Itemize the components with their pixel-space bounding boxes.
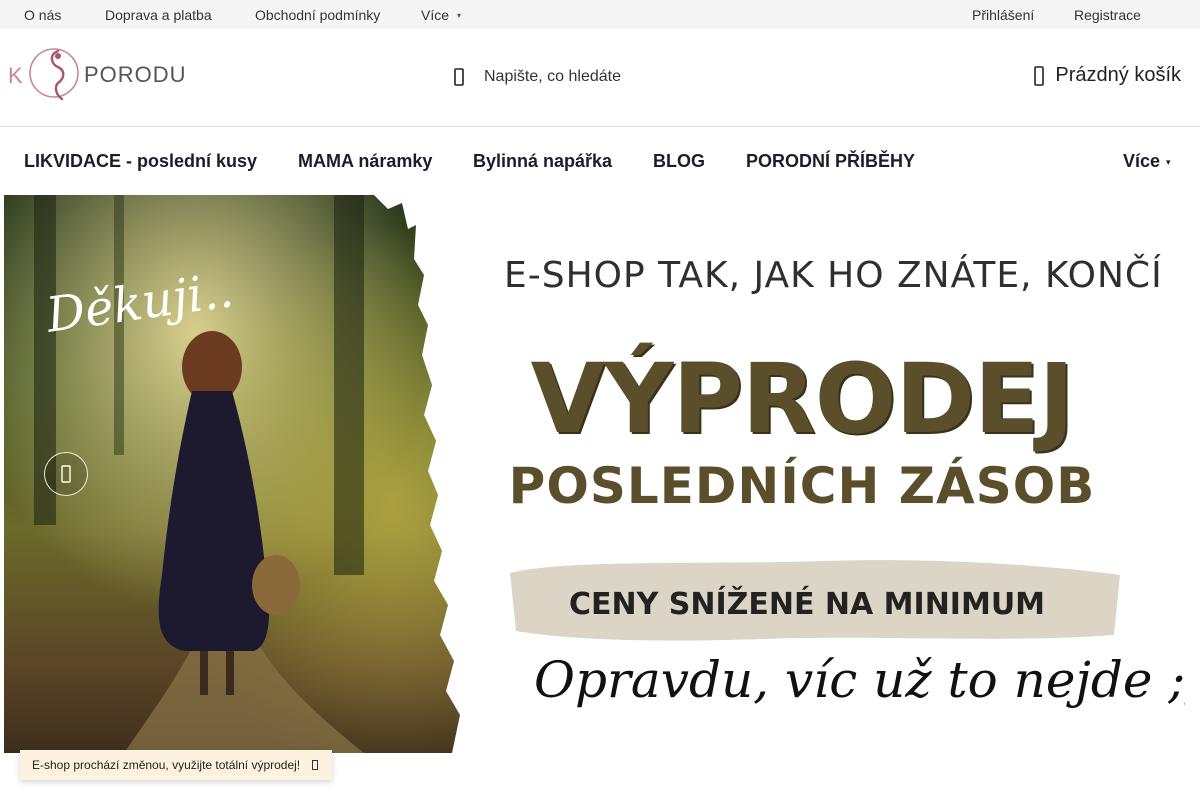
banner-eshop-headline: E-SHOP TAK, JAK HO ZNÁTE, KONČÍ xyxy=(504,255,1163,296)
logo-text: PORODU xyxy=(84,62,187,87)
hero-banner[interactable]: Děkuji.. E-SHOP TAK, JAK HO ZNÁTE, KONČÍ… xyxy=(4,195,1185,753)
top-utility-bar: O nás Doprava a platba Obchodní podmínky… xyxy=(0,0,1200,29)
banner-vyprodej: VÝPRODEJ xyxy=(530,343,1075,455)
topbar-link-obchodni-podminky[interactable]: Obchodní podmínky xyxy=(255,7,380,23)
register-link[interactable]: Registrace xyxy=(1074,7,1141,23)
chevron-down-icon: ▾ xyxy=(457,11,462,21)
banner-opravdu: Opravdu, víc už to nejde ;) xyxy=(534,651,1185,709)
topbar-link-o-nas[interactable]: O nás xyxy=(24,7,61,23)
notice-text: E-shop prochází změnou, využijte totální… xyxy=(32,758,301,772)
banner-ceny: CENY SNÍŽENÉ NA MINIMUM xyxy=(568,587,1046,622)
notice-bar: E-shop prochází změnou, využijte totální… xyxy=(20,750,333,780)
topbar-more-menu[interactable]: Více ▾ xyxy=(421,7,461,24)
nav-more-menu[interactable]: Více ▾ xyxy=(1123,151,1171,172)
search-box xyxy=(452,65,784,89)
banner-poslednich-zasob: POSLEDNÍCH ZÁSOB xyxy=(508,457,1096,515)
nav-item-porodni-pribehy[interactable]: PORODNÍ PŘÍBĚHY xyxy=(746,151,915,171)
topbar-link-doprava[interactable]: Doprava a platba xyxy=(105,7,212,23)
search-input[interactable] xyxy=(484,68,784,86)
nav-item-likvidace[interactable]: LIKVIDACE - poslední kusy xyxy=(24,151,257,171)
login-link[interactable]: Přihlášení xyxy=(972,7,1034,23)
nav-item-mama-naramky[interactable]: MAMA náramky xyxy=(298,151,432,171)
slider-prev-button[interactable] xyxy=(44,452,88,496)
chevron-left-icon xyxy=(61,465,71,483)
nav-item-bylinna-naparka[interactable]: Bylinná napářka xyxy=(473,151,612,171)
cart-label: Prázdný košík xyxy=(1055,64,1181,86)
logo-graphic: K PORODU xyxy=(8,48,187,101)
logo-k: K xyxy=(8,63,23,88)
close-icon[interactable] xyxy=(310,760,320,770)
nav-more-label: Více xyxy=(1123,151,1161,171)
main-navigation: LIKVIDACE - poslední kusy MAMA náramky B… xyxy=(0,127,1200,195)
cart-icon xyxy=(1033,65,1045,87)
site-header: K PORODU Prázdný košík xyxy=(0,29,1200,127)
logo[interactable]: K PORODU xyxy=(8,45,208,105)
topbar-more-label: Více xyxy=(421,7,450,23)
search-icon[interactable] xyxy=(452,67,466,87)
chevron-down-icon: ▾ xyxy=(1166,157,1171,168)
cart-button[interactable]: Prázdný košík xyxy=(1033,64,1181,87)
nav-item-blog[interactable]: BLOG xyxy=(653,151,705,171)
